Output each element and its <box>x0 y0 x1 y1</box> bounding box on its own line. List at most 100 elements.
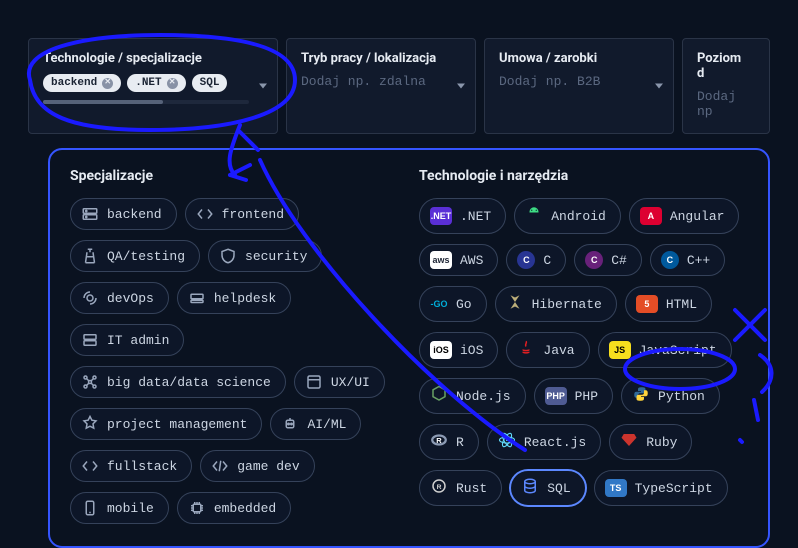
game-dev-icon <box>211 457 229 475</box>
filter-label: Tryb pracy / lokalizacja <box>301 51 447 66</box>
tech-pill-typescript[interactable]: TSTypeScript <box>594 470 728 506</box>
column-title: Specjalizacje <box>70 168 399 184</box>
tech-pill-php[interactable]: PHPPHP <box>534 378 613 414</box>
tech-pill-react-js[interactable]: React.js <box>487 424 601 460</box>
backend-icon <box>81 205 99 223</box>
react-js-icon <box>498 431 516 453</box>
tech-pill-go[interactable]: -GOGo <box>419 286 487 322</box>
c-icon: C <box>517 251 535 269</box>
spec-pill-mobile[interactable]: mobile <box>70 492 169 524</box>
spec-pill-big-data-data-science[interactable]: big data/data science <box>70 366 286 398</box>
column-title: Technologie i narzędzia <box>419 168 748 184</box>
spec-pill-frontend[interactable]: frontend <box>185 198 299 230</box>
tech-pill-c[interactable]: CC <box>506 244 566 276</box>
tech-pill-angular[interactable]: AAngular <box>629 198 740 234</box>
chip-dotnet[interactable]: .NET ✕ <box>127 74 185 92</box>
php-icon: PHP <box>545 387 567 405</box>
filter-workmode[interactable]: Tryb pracy / lokalizacja Dodaj np. zdaln… <box>286 38 476 134</box>
filter-label: Technologie / specjalizacje <box>43 51 249 66</box>
android-icon <box>525 205 543 227</box>
spec-pill-devops[interactable]: devOps <box>70 282 169 314</box>
tech-pill-c-[interactable]: CC# <box>574 244 642 276</box>
spec-pill-game-dev[interactable]: game dev <box>200 450 314 482</box>
r-icon: R <box>430 431 448 453</box>
remove-chip-icon[interactable]: ✕ <box>167 78 178 89</box>
tech-pill-python[interactable]: Python <box>621 378 720 414</box>
filter-label: Umowa / zarobki <box>499 51 645 66</box>
tech-pill-c-[interactable]: CC++ <box>650 244 725 276</box>
technologies-column: Technologie i narzędzia .NET.NETAndroidA… <box>419 168 748 524</box>
javascript-icon: JS <box>609 341 631 359</box>
spec-pill-embedded[interactable]: embedded <box>177 492 291 524</box>
svg-text:R: R <box>436 436 442 445</box>
tech-pill-r[interactable]: RR <box>419 424 479 460</box>
chevron-down-icon <box>655 84 663 89</box>
filter-contract[interactable]: Umowa / zarobki Dodaj np. B2B <box>484 38 674 134</box>
tech-pill-rust[interactable]: RRust <box>419 470 502 506</box>
spec-pill-backend[interactable]: backend <box>70 198 177 230</box>
specializations-column: Specjalizacje backendfrontend QA/testings… <box>70 168 399 524</box>
html-icon: 5 <box>636 295 658 313</box>
dropdown-panel: Specjalizacje backendfrontend QA/testings… <box>48 148 770 548</box>
security-icon <box>219 247 237 265</box>
spec-pill-fullstack[interactable]: fullstack <box>70 450 192 482</box>
technologies-list: .NET.NETAndroidAAngularawsAWSCCCC#CC++-G… <box>419 198 748 506</box>
tech-pill-sql[interactable]: SQL <box>510 470 585 506</box>
ai-ml-icon <box>281 415 299 433</box>
qa-testing-icon <box>81 247 99 265</box>
devops-icon <box>81 289 99 307</box>
tech-pill-ios[interactable]: iOSiOS <box>419 332 498 368</box>
spec-pill-it-admin[interactable]: IT admin <box>70 324 184 356</box>
frontend-icon <box>196 205 214 223</box>
chevron-down-icon <box>259 84 267 89</box>
tech-pill-hibernate[interactable]: Hibernate <box>495 286 617 322</box>
node-js-icon <box>430 385 448 407</box>
chevron-down-icon <box>457 84 465 89</box>
spec-pill-helpdesk[interactable]: helpdesk <box>177 282 291 314</box>
python-icon <box>632 385 650 407</box>
spec-pill-security[interactable]: security <box>208 240 322 272</box>
specializations-list: backendfrontend QA/testingsecurity devOpsh… <box>70 198 399 524</box>
ux-ui-icon <box>305 373 323 391</box>
tech-pill-html[interactable]: 5HTML <box>625 286 712 322</box>
filter-technologies[interactable]: Technologie / specjalizacje backend ✕ .N… <box>28 38 278 134</box>
chip-sql[interactable]: SQL <box>192 74 228 92</box>
tech-pill-aws[interactable]: awsAWS <box>419 244 498 276</box>
tech-pill-java[interactable]: Java <box>506 332 589 368</box>
filter-level[interactable]: Poziom d Dodaj np <box>682 38 770 134</box>
embedded-icon <box>188 499 206 517</box>
chip-backend[interactable]: backend ✕ <box>43 74 121 92</box>
tech-pill-javascript[interactable]: JSJavaScript <box>598 332 732 368</box>
c--icon: C <box>661 251 679 269</box>
sql-icon <box>521 477 539 499</box>
c--icon: C <box>585 251 603 269</box>
tech-pill-android[interactable]: Android <box>514 198 621 234</box>
tech-pill--net[interactable]: .NET.NET <box>419 198 506 234</box>
spec-pill-ux-ui[interactable]: UX/UI <box>294 366 385 398</box>
spec-pill-project-management[interactable]: project management <box>70 408 262 440</box>
typescript-icon: TS <box>605 479 627 497</box>
ruby-icon <box>620 431 638 453</box>
project-management-icon <box>81 415 99 433</box>
filter-placeholder: Dodaj np. zdalna <box>301 74 447 89</box>
tech-pill-ruby[interactable]: Ruby <box>609 424 692 460</box>
tech-pill-node-js[interactable]: Node.js <box>419 378 526 414</box>
remove-chip-icon[interactable]: ✕ <box>102 78 113 89</box>
java-icon <box>517 339 535 361</box>
angular-icon: A <box>640 207 662 225</box>
mobile-icon <box>81 499 99 517</box>
filter-placeholder: Dodaj np <box>697 89 741 119</box>
big-data-data-science-icon <box>81 373 99 391</box>
fullstack-icon <box>81 457 99 475</box>
go-icon: -GO <box>430 295 448 313</box>
chip-scroll-thumb[interactable] <box>43 100 163 104</box>
svg-text:R: R <box>437 484 442 491</box>
helpdesk-icon <box>188 289 206 307</box>
chip-scroll-track[interactable] <box>43 100 249 104</box>
spec-pill-ai-ml[interactable]: AI/ML <box>270 408 361 440</box>
ios-icon: iOS <box>430 341 452 359</box>
aws-icon: aws <box>430 251 452 269</box>
spec-pill-qa-testing[interactable]: QA/testing <box>70 240 200 272</box>
hibernate-icon <box>506 293 524 315</box>
-net-icon: .NET <box>430 207 452 225</box>
